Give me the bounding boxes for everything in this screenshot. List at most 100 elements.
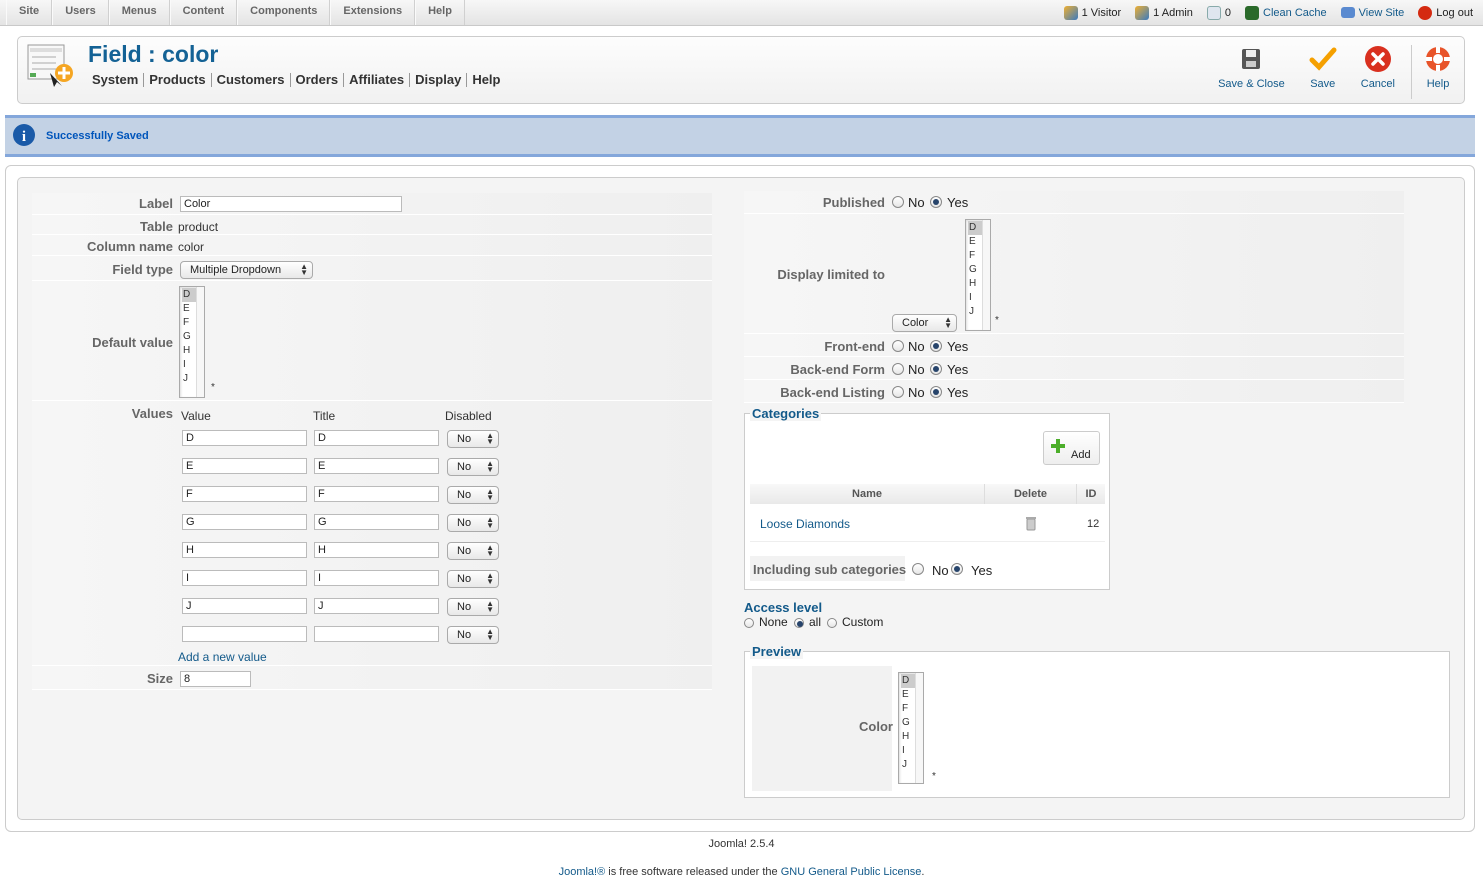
menu-content[interactable]: Content <box>169 0 238 25</box>
category-name-link[interactable]: Loose Diamonds <box>760 517 850 531</box>
component-submenu: System Products Customers Orders Affilia… <box>92 73 505 87</box>
admin-main-menu: Site Users Menus Content Components Exte… <box>6 0 465 25</box>
messages-count[interactable]: 0 <box>1206 5 1231 20</box>
menu-site[interactable]: Site <box>6 0 53 25</box>
backend-listing-no-radio[interactable] <box>892 386 904 398</box>
title-input[interactable] <box>314 430 439 446</box>
preview-listbox[interactable]: D E F G H I J <box>898 672 924 784</box>
label-label: Label <box>139 196 173 211</box>
access-none-radio[interactable] <box>744 618 754 628</box>
listbox-scrollbar[interactable] <box>915 673 923 783</box>
admin-count: 1 Admin <box>1135 5 1193 20</box>
submenu-help[interactable]: Help <box>467 73 505 87</box>
logout-link[interactable]: Log out <box>1418 5 1473 20</box>
clean-cache-link[interactable]: Clean Cache <box>1245 5 1327 20</box>
submenu-affiliates[interactable]: Affiliates <box>344 73 411 87</box>
disabled-select[interactable]: No ▲ ▼ <box>447 458 499 476</box>
footer-license: Joomla!® is free software released under… <box>0 866 1483 875</box>
add-value-link[interactable]: Add a new value <box>178 650 267 664</box>
th-delete: Delete <box>985 484 1077 504</box>
th-name: Name <box>750 484 985 504</box>
access-custom-radio[interactable] <box>827 618 837 628</box>
backend-form-no-radio[interactable] <box>892 363 904 375</box>
menu-components[interactable]: Components <box>237 0 331 25</box>
submenu-customers[interactable]: Customers <box>212 73 291 87</box>
floppy-icon <box>1242 49 1261 69</box>
title-input[interactable] <box>314 626 439 642</box>
access-level-legend: Access level <box>744 600 823 615</box>
gpl-link[interactable]: GNU General Public License <box>781 866 922 875</box>
lifebuoy-icon <box>1426 47 1450 71</box>
published-yes-radio[interactable] <box>930 196 942 208</box>
including-sub-yes-radio[interactable] <box>951 563 963 575</box>
trash-icon[interactable] <box>1025 516 1037 531</box>
display-limited-select[interactable]: Color ▲ ▼ <box>892 314 957 332</box>
default-value-listbox[interactable]: D E F G H I J <box>179 286 205 398</box>
column-name-value: color <box>178 240 205 254</box>
page-title: Field : color <box>88 41 219 67</box>
submenu-display[interactable]: Display <box>410 73 468 87</box>
table-row: Loose Diamonds 12 <box>750 504 1105 542</box>
including-sub-no-radio[interactable] <box>912 563 924 575</box>
frontend-yes-radio[interactable] <box>930 340 942 352</box>
values-col-value: Value <box>181 409 211 423</box>
access-all-radio[interactable] <box>794 618 804 628</box>
submenu-products[interactable]: Products <box>144 73 212 87</box>
title-input[interactable] <box>314 486 439 502</box>
disabled-select[interactable]: No ▲ ▼ <box>447 598 499 616</box>
disabled-select[interactable]: No ▲ ▼ <box>447 514 499 532</box>
categories-table: Name Delete ID Loose Diamonds 12 <box>750 484 1105 544</box>
component-logo-icon <box>27 44 73 87</box>
size-label: Size <box>146 671 173 686</box>
save-button[interactable]: Save <box>1297 45 1349 99</box>
frontend-label: Front-end <box>824 339 885 354</box>
menu-help[interactable]: Help <box>415 0 465 25</box>
help-button[interactable]: Help <box>1411 45 1464 99</box>
published-no-radio[interactable] <box>892 196 904 208</box>
value-input[interactable] <box>182 570 307 586</box>
visitor-count: 1 Visitor <box>1063 5 1121 20</box>
value-input[interactable] <box>182 626 307 642</box>
frontend-no-radio[interactable] <box>892 340 904 352</box>
title-input[interactable] <box>314 570 439 586</box>
title-input[interactable] <box>314 514 439 530</box>
value-input[interactable] <box>182 598 307 614</box>
clean-cache-icon <box>1245 5 1260 20</box>
joomla-link[interactable]: Joomla!® <box>559 866 606 875</box>
disabled-select[interactable]: No ▲ ▼ <box>447 486 499 504</box>
disabled-select[interactable]: No ▲ ▼ <box>447 430 499 448</box>
size-input[interactable] <box>180 671 251 687</box>
submenu-orders[interactable]: Orders <box>291 73 345 87</box>
cancel-icon <box>1364 46 1391 72</box>
menu-extensions[interactable]: Extensions <box>330 0 416 25</box>
value-input[interactable] <box>182 458 307 474</box>
add-category-button[interactable]: Add <box>1043 431 1100 465</box>
title-input[interactable] <box>314 598 439 614</box>
listbox-scrollbar[interactable] <box>982 220 990 330</box>
backend-listing-yes-radio[interactable] <box>930 386 942 398</box>
disabled-select[interactable]: No ▲ ▼ <box>447 542 499 560</box>
menu-menus[interactable]: Menus <box>108 0 170 25</box>
label-input[interactable] <box>180 196 402 212</box>
title-input[interactable] <box>314 542 439 558</box>
value-input[interactable] <box>182 430 307 446</box>
disabled-select[interactable]: No ▲ ▼ <box>447 626 499 644</box>
display-limited-listbox[interactable]: D E F G H I J <box>965 219 991 331</box>
submenu-system[interactable]: System <box>92 73 145 87</box>
table-label: Table <box>140 219 173 234</box>
backend-form-yes-radio[interactable] <box>930 363 942 375</box>
value-input[interactable] <box>182 514 307 530</box>
disabled-select[interactable]: No ▲ ▼ <box>447 570 499 588</box>
title-input[interactable] <box>314 458 439 474</box>
listbox-scrollbar[interactable] <box>196 287 204 397</box>
preview-fieldset: Preview Color D E F G H I J * <box>744 644 1450 798</box>
cancel-button[interactable]: Cancel <box>1349 45 1407 99</box>
published-label: Published <box>822 195 885 210</box>
view-site-link[interactable]: View Site <box>1340 7 1404 19</box>
value-input[interactable] <box>182 542 307 558</box>
field-type-select[interactable]: Multiple Dropdown ▲ ▼ <box>180 261 313 279</box>
logout-icon <box>1418 5 1433 20</box>
save-close-button[interactable]: Save & Close <box>1206 45 1297 99</box>
value-input[interactable] <box>182 486 307 502</box>
menu-users[interactable]: Users <box>52 0 109 25</box>
